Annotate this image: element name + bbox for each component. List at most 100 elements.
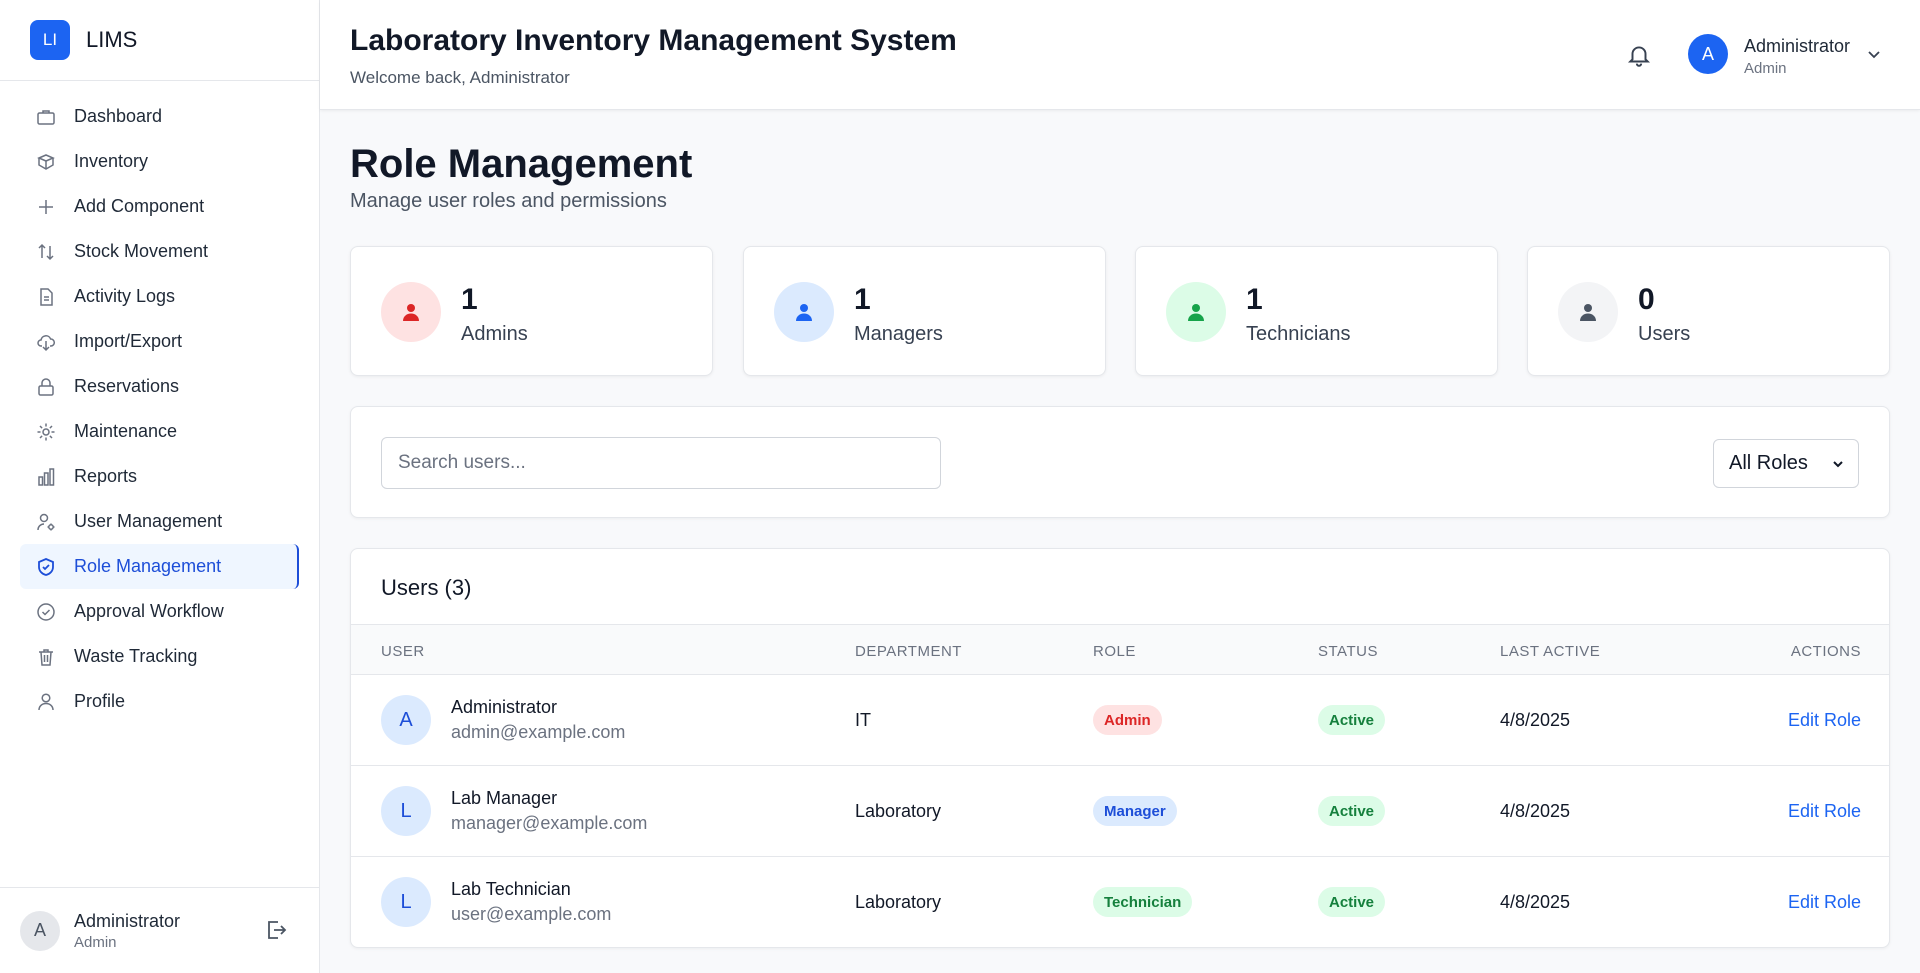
sidebar-item-reports[interactable]: Reports: [20, 454, 299, 499]
edit-role-button[interactable]: Edit Role: [1788, 710, 1861, 731]
table-row: L Lab Technician user@example.com Labora…: [351, 857, 1889, 947]
sidebar-item-stock-movement[interactable]: Stock Movement: [20, 229, 299, 274]
stat-icon-bg: [1166, 282, 1226, 342]
user-icon: [1580, 304, 1596, 321]
sidebar-item-label: Waste Tracking: [74, 646, 198, 666]
stat-icon-bg: [1558, 282, 1618, 342]
sidebar-item-profile[interactable]: Profile: [20, 679, 299, 724]
table-header: USER DEPARTMENT ROLE STATUS LAST ACTIVE …: [351, 624, 1889, 675]
sidebar-item-activity-logs[interactable]: Activity Logs: [20, 274, 299, 319]
user-name: Lab Manager: [451, 788, 558, 808]
app-title: Laboratory Inventory Management System: [350, 24, 957, 57]
column-header-user: USER: [381, 643, 425, 660]
stat-icon-bg: [381, 282, 441, 342]
user-icon: [403, 304, 419, 321]
sidebar-item-label: Profile: [74, 691, 126, 711]
sidebar-item-import-export[interactable]: Import/Export: [20, 319, 299, 364]
sidebar-user-name: Administrator: [74, 910, 181, 931]
user-department: IT: [855, 710, 871, 730]
gear-icon: [36, 422, 56, 442]
stat-label: Technicians: [1246, 323, 1351, 345]
header-user-role: Admin: [1744, 60, 1787, 77]
filter-bar: All Roles: [350, 406, 1890, 518]
sidebar-item-approval-workflow[interactable]: Approval Workflow: [20, 589, 299, 634]
stat-icon-bg: [774, 282, 834, 342]
table-title: Users (3): [381, 575, 472, 600]
sidebar-user: A Administrator Admin: [0, 887, 320, 973]
search-input[interactable]: [381, 437, 941, 489]
document-icon: [36, 287, 56, 307]
stat-card-users: 0 Users: [1527, 246, 1890, 376]
avatar: L: [381, 877, 431, 927]
logout-icon[interactable]: [264, 918, 288, 942]
sidebar-item-label: Stock Movement: [74, 241, 209, 261]
box-icon: [36, 152, 56, 172]
sidebar-item-label: Maintenance: [74, 421, 178, 441]
sidebar-item-role-management[interactable]: Role Management: [20, 544, 299, 589]
role-badge: Admin: [1093, 705, 1162, 735]
lock-icon: [36, 377, 56, 397]
sidebar-item-label: Approval Workflow: [74, 601, 224, 621]
top-header: Laboratory Inventory Management System W…: [320, 0, 1920, 110]
role-badge: Technician: [1093, 887, 1193, 917]
sidebar-item-add-component[interactable]: Add Component: [20, 184, 299, 229]
table-row: A Administrator admin@example.com IT Adm…: [351, 675, 1889, 766]
user-name: Administrator: [451, 697, 558, 717]
column-header-actions: ACTIONS: [1790, 643, 1861, 660]
bell-icon[interactable]: [1626, 42, 1652, 68]
stat-card-technicians: 1 Technicians: [1135, 246, 1498, 376]
last-active: 4/8/2025: [1500, 710, 1571, 730]
column-header-role: ROLE: [1093, 643, 1136, 660]
status-badge: Active: [1318, 705, 1386, 735]
sidebar-item-maintenance[interactable]: Maintenance: [20, 409, 299, 454]
sidebar-item-inventory[interactable]: Inventory: [20, 139, 299, 184]
sidebar-item-label: Reports: [74, 466, 138, 486]
stat-label: Users: [1638, 323, 1691, 345]
user-cog-icon: [36, 512, 56, 532]
sidebar-item-label: Reservations: [74, 376, 180, 396]
app-name: LIMS: [86, 27, 138, 52]
status-badge: Active: [1318, 887, 1386, 917]
users-table-card: Users (3) USER DEPARTMENT ROLE STATUS LA…: [350, 548, 1890, 948]
bar-chart-icon: [36, 467, 56, 487]
stat-label: Managers: [854, 323, 943, 345]
sidebar-item-dashboard[interactable]: Dashboard: [20, 94, 299, 139]
stat-count: 1: [1246, 283, 1263, 316]
status-badge: Active: [1318, 796, 1386, 826]
sidebar-item-waste-tracking[interactable]: Waste Tracking: [20, 634, 299, 679]
sidebar-item-reservations[interactable]: Reservations: [20, 364, 299, 409]
column-header-department: DEPARTMENT: [855, 643, 962, 660]
header-user-name[interactable]: Administrator: [1744, 36, 1850, 57]
arrows-up-down-icon: [36, 242, 56, 262]
role-badge: Manager: [1093, 796, 1177, 826]
page-title: Role Management: [350, 142, 693, 186]
stat-count: 0: [1638, 283, 1655, 316]
table-row: L Lab Manager manager@example.com Labora…: [351, 766, 1889, 857]
app-logo[interactable]: LI: [30, 20, 70, 60]
sidebar-item-label: Add Component: [74, 196, 205, 216]
cloud-download-icon: [36, 332, 56, 352]
page-subtitle: Manage user roles and permissions: [350, 190, 667, 212]
sidebar-item-label: Inventory: [74, 151, 149, 171]
shield-check-icon: [36, 557, 56, 577]
sidebar-item-user-management[interactable]: User Management: [20, 499, 299, 544]
avatar[interactable]: A: [1688, 34, 1728, 74]
edit-role-button[interactable]: Edit Role: [1788, 892, 1861, 913]
avatar: A: [381, 695, 431, 745]
chevron-down-icon[interactable]: [1864, 44, 1884, 64]
stat-card-managers: 1 Managers: [743, 246, 1106, 376]
sidebar-item-label: Dashboard: [74, 106, 163, 126]
last-active: 4/8/2025: [1500, 801, 1571, 821]
chevron-down-icon: [1830, 455, 1846, 471]
edit-role-button[interactable]: Edit Role: [1788, 801, 1861, 822]
user-email: user@example.com: [451, 904, 612, 924]
user-email: admin@example.com: [451, 722, 626, 742]
column-header-status: STATUS: [1318, 643, 1378, 660]
role-filter-select[interactable]: All Roles: [1713, 439, 1859, 488]
trash-icon: [36, 647, 56, 667]
plus-icon: [36, 197, 56, 217]
last-active: 4/8/2025: [1500, 892, 1571, 912]
user-icon: [1188, 304, 1204, 321]
stat-label: Admins: [461, 323, 528, 345]
user-department: Laboratory: [855, 892, 942, 912]
